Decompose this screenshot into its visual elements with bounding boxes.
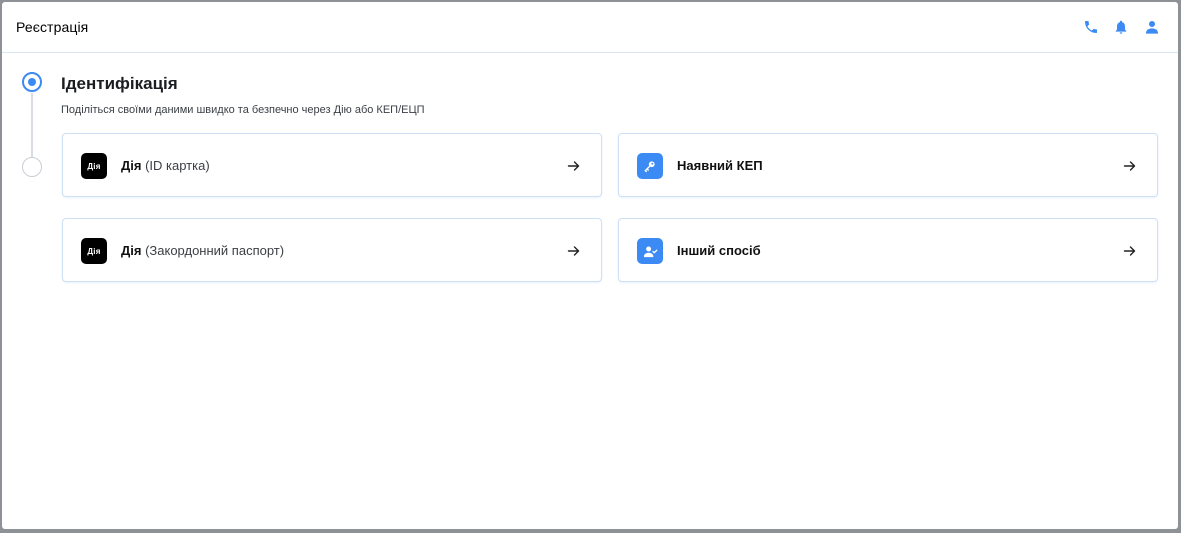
diia-logo-icon: Дія bbox=[81, 153, 107, 179]
phone-icon[interactable] bbox=[1083, 19, 1099, 35]
option-label: Дія (Закордонний паспорт) bbox=[121, 243, 285, 258]
top-bar: Реєстрація bbox=[2, 2, 1178, 53]
bell-icon[interactable] bbox=[1113, 19, 1129, 35]
arrow-right-icon bbox=[567, 244, 581, 258]
user-icon[interactable] bbox=[1144, 19, 1160, 35]
option-diia-foreign-passport[interactable]: Дія Дія (Закордонний паспорт) bbox=[62, 218, 602, 282]
arrow-right-icon bbox=[1123, 244, 1137, 258]
user-check-icon bbox=[637, 238, 663, 264]
option-label: Дія (ID картка) bbox=[121, 158, 210, 173]
key-icon bbox=[637, 153, 663, 179]
app-window: Реєстрація Ідентифікація Поділіться свої… bbox=[2, 2, 1178, 529]
arrow-right-icon bbox=[1123, 159, 1137, 173]
option-label: Інший спосіб bbox=[677, 243, 761, 258]
step-title: Ідентифікація bbox=[61, 74, 178, 93]
step-indicator-active bbox=[22, 72, 42, 92]
step-indicator-next bbox=[22, 157, 42, 177]
step-subtitle: Поділіться своїми даними швидко та безпе… bbox=[61, 104, 425, 116]
option-other-method[interactable]: Інший спосіб bbox=[618, 218, 1158, 282]
option-existing-kep[interactable]: Наявний КЕП bbox=[618, 133, 1158, 197]
page-title: Реєстрація bbox=[16, 19, 89, 35]
option-label: Наявний КЕП bbox=[677, 158, 763, 173]
arrow-right-icon bbox=[567, 159, 581, 173]
option-diia-id-card[interactable]: Дія Дія (ID картка) bbox=[62, 133, 602, 197]
stepper-line bbox=[31, 93, 33, 159]
diia-logo-icon: Дія bbox=[81, 238, 107, 264]
